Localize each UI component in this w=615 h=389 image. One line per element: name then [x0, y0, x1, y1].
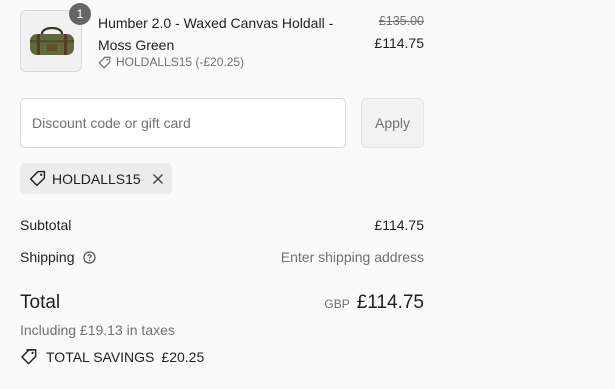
discount-code-input[interactable]: [20, 98, 346, 148]
original-price: £135.00: [378, 14, 424, 28]
applied-discount-code: HOLDALLS15: [52, 170, 141, 187]
quantity-badge: 1: [69, 3, 91, 25]
subtotal-value: £114.75: [374, 217, 424, 233]
tag-icon: [29, 170, 46, 187]
total-amount: £114.75: [356, 292, 424, 313]
savings-label: TOTAL SAVINGS: [46, 348, 155, 365]
current-price: £114.75: [374, 35, 424, 51]
product-discount-text: HOLDALLS15 (-£20.25): [116, 55, 245, 69]
product-discount-note: HOLDALLS15 (-£20.25): [98, 55, 244, 69]
subtotal-label: Subtotal: [20, 217, 72, 233]
shipping-label: Shipping: [20, 249, 75, 265]
total-savings: TOTAL SAVINGS £20.25: [20, 348, 204, 365]
savings-tag-icon: [21, 349, 37, 365]
shipping-row-label: Shipping: [20, 249, 97, 265]
remove-discount-close-icon[interactable]: [152, 173, 164, 185]
applied-discount-chip: HOLDALLS15: [20, 163, 172, 194]
total-value-group: GBP £114.75: [324, 292, 424, 314]
tag-icon: [98, 56, 111, 68]
total-label: Total: [20, 292, 61, 313]
help-circle-icon[interactable]: [83, 251, 97, 264]
shipping-value: Enter shipping address: [280, 249, 424, 265]
currency-code: GBP: [324, 297, 350, 311]
product-title: Humber 2.0 - Waxed Canvas Holdall - Moss…: [98, 15, 334, 53]
holdall-bag-icon: [30, 26, 74, 55]
tax-note: Including £19.13 in taxes: [20, 322, 175, 338]
savings-value: £20.25: [161, 348, 205, 365]
apply-discount-button[interactable]: Apply: [361, 98, 424, 148]
